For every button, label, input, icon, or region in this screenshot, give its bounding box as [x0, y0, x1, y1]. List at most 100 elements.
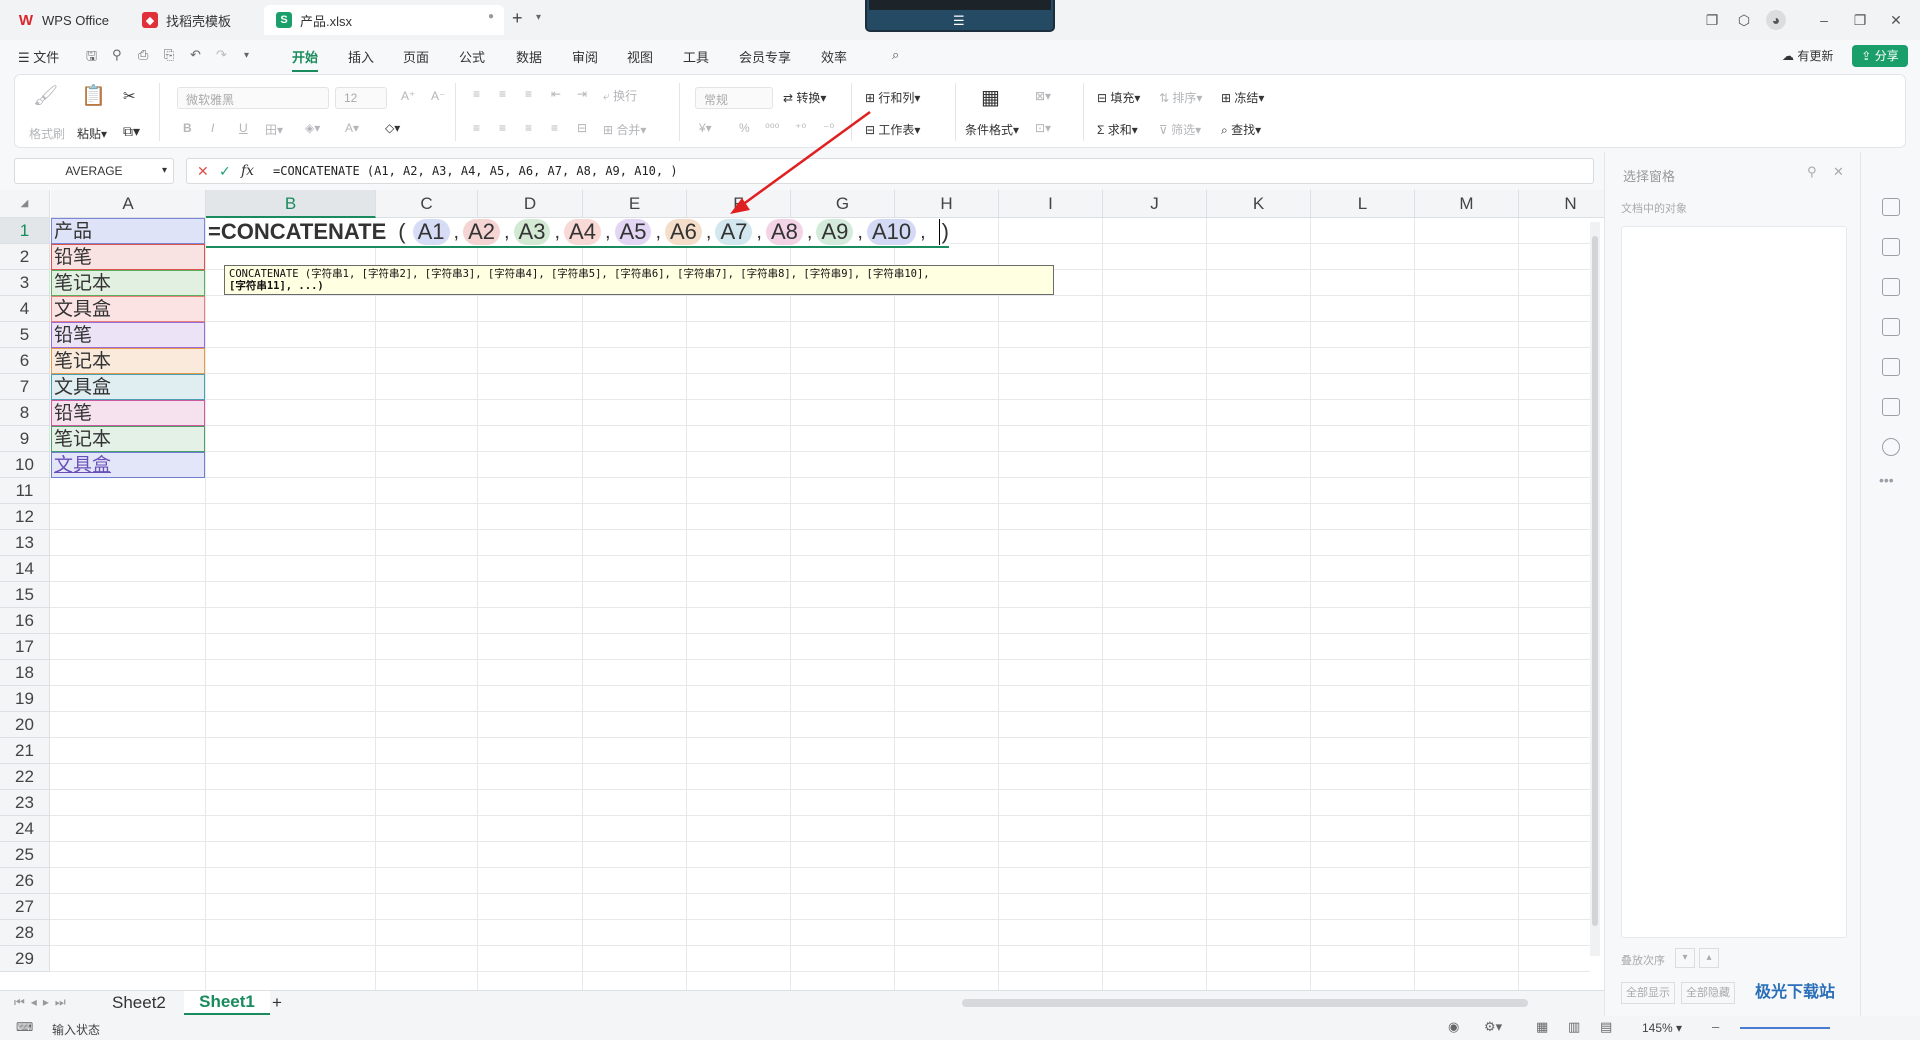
shrink-font-icon[interactable]: A⁻ — [431, 89, 445, 103]
row-header-11[interactable]: 11 — [0, 478, 50, 504]
indent-decrease-icon[interactable]: ⇤ — [551, 87, 561, 101]
pin-icon[interactable]: ⚲ — [1807, 164, 1817, 180]
vertical-scrollbar[interactable] — [1590, 222, 1600, 956]
more-icon[interactable]: ••• — [1879, 472, 1894, 488]
row-header-7[interactable]: 7 — [0, 374, 50, 400]
list-icon[interactable]: ☰ — [953, 13, 965, 29]
add-sheet-icon[interactable]: + — [272, 993, 282, 1013]
clear-icon[interactable]: ◇▾ — [385, 121, 400, 135]
row-header-4[interactable]: 4 — [0, 296, 50, 322]
justify-icon[interactable]: ≡ — [551, 121, 558, 135]
copy-icon[interactable]: ⧉▾ — [123, 123, 140, 140]
menu-item-view[interactable]: 视图 — [627, 47, 653, 66]
row-header-15[interactable]: 15 — [0, 582, 50, 608]
cut-icon[interactable]: ✂ — [123, 87, 136, 105]
filter-button[interactable]: ⊽ 筛选▾ — [1159, 121, 1201, 138]
format-painter-icon[interactable]: 🖌 — [33, 83, 58, 108]
move-down-icon[interactable]: ▾ — [1675, 948, 1695, 968]
find-button[interactable]: ⌕ 查找▾ — [1221, 121, 1261, 138]
cell-a7[interactable]: 文具盒 — [51, 374, 205, 400]
increase-decimal-icon[interactable]: ⁺⁰ — [795, 121, 806, 135]
table-style-icon[interactable]: ⊡▾ — [1035, 121, 1051, 135]
row-header-10[interactable]: 10 — [0, 452, 50, 478]
help-icon[interactable] — [1882, 438, 1900, 456]
formula-ref-a8[interactable]: A8 — [765, 219, 803, 245]
column-header-m[interactable]: M — [1415, 190, 1519, 218]
column-header-a[interactable]: A — [51, 190, 206, 218]
formula-ref-a4[interactable]: A4 — [564, 219, 601, 245]
align-center-icon[interactable]: ≡ — [499, 121, 506, 135]
print-icon[interactable]: ⎙ — [138, 47, 148, 63]
column-header-k[interactable]: K — [1207, 190, 1311, 218]
row-header-17[interactable]: 17 — [0, 634, 50, 660]
cell-a6[interactable]: 笔记本 — [51, 348, 205, 374]
percent-icon[interactable]: % — [739, 121, 750, 135]
shape-icon[interactable] — [1882, 278, 1900, 296]
formula-ref-a10[interactable]: A10 — [866, 219, 917, 245]
align-middle-icon[interactable]: ≡ — [499, 87, 506, 101]
cell-a4[interactable]: 文具盒 — [51, 296, 205, 322]
formula-ref-a5[interactable]: A5 — [614, 219, 652, 245]
tab-docer-templates[interactable]: ◆ 找稻壳模板 — [130, 5, 258, 35]
row-header-5[interactable]: 5 — [0, 322, 50, 348]
show-all-button[interactable]: 全部显示 — [1621, 982, 1675, 1004]
rows-cols-button[interactable]: ⊞ 行和列▾ — [865, 89, 920, 106]
new-tab-icon[interactable]: + — [512, 8, 523, 29]
cell-a9[interactable]: 笔记本 — [51, 426, 205, 452]
row-header-22[interactable]: 22 — [0, 764, 50, 790]
file-menu[interactable]: ☰ 文件 — [18, 47, 59, 66]
cell-a8[interactable]: 铅笔 — [51, 400, 205, 426]
print-preview-icon[interactable]: ⎘ — [164, 47, 174, 63]
column-header-l[interactable]: L — [1311, 190, 1415, 218]
row-header-16[interactable]: 16 — [0, 608, 50, 634]
align-top-icon[interactable]: ≡ — [473, 87, 480, 101]
page-view-icon[interactable]: ▥ — [1568, 1019, 1580, 1035]
select-all-corner[interactable]: ◢ — [0, 190, 50, 218]
row-header-9[interactable]: 9 — [0, 426, 50, 452]
indent-increase-icon[interactable]: ⇥ — [577, 87, 587, 101]
adjust-icon[interactable] — [1882, 238, 1900, 256]
unsaved-dot-icon[interactable]: ● — [488, 11, 494, 22]
eye-icon[interactable]: ◉ — [1448, 1019, 1459, 1035]
minimize-icon[interactable]: – — [1814, 10, 1834, 30]
close-icon[interactable]: ✕ — [1833, 164, 1844, 180]
row-header-26[interactable]: 26 — [0, 868, 50, 894]
sheet-tab-sheet1[interactable]: Sheet1 — [184, 991, 270, 1015]
number-format-select[interactable]: 常规 — [695, 87, 773, 109]
fill-button[interactable]: ⊟ 填充▾ — [1097, 89, 1140, 106]
macro-icon[interactable]: ⌨ — [16, 1020, 33, 1034]
column-header-n[interactable]: N — [1519, 190, 1604, 218]
scrollbar-thumb[interactable] — [1592, 236, 1598, 926]
conditional-format-button[interactable]: 条件格式▾ — [965, 121, 1019, 138]
formula-input[interactable]: ✕ ✓ fx =CONCATENATE (A1, A2, A3, A4, A5,… — [186, 158, 1594, 184]
column-header-h[interactable]: H — [895, 190, 999, 218]
merge-button[interactable]: ⊞ 合并▾ — [603, 121, 646, 138]
redo-icon[interactable]: ↷ — [216, 47, 227, 63]
underline-icon[interactable]: U — [239, 121, 248, 135]
row-header-12[interactable]: 12 — [0, 504, 50, 530]
column-header-j[interactable]: J — [1103, 190, 1207, 218]
column-header-b[interactable]: B — [206, 190, 376, 218]
backup-icon[interactable] — [1882, 398, 1900, 416]
freeze-button[interactable]: ⊞ 冻结▾ — [1221, 89, 1264, 106]
menu-item-data[interactable]: 数据 — [516, 47, 542, 66]
menu-item-review[interactable]: 审阅 — [572, 47, 598, 66]
objects-list[interactable] — [1621, 226, 1847, 938]
row-header-23[interactable]: 23 — [0, 790, 50, 816]
name-box[interactable]: AVERAGE ▾ — [14, 158, 174, 184]
row-header-14[interactable]: 14 — [0, 556, 50, 582]
sum-button[interactable]: Σ 求和▾ — [1097, 121, 1138, 138]
row-header-6[interactable]: 6 — [0, 348, 50, 374]
save-icon[interactable]: 🖫 — [86, 47, 97, 69]
grow-font-icon[interactable]: A⁺ — [401, 89, 415, 103]
wps-cloud-icon[interactable]: ⚲ — [112, 47, 122, 63]
spreadsheet-grid[interactable]: A B C D E F G H I J K L M N ◢ 1 2 3 4 5 6 7 8 9 10 11 12 13 14 15 16 17… — [0, 190, 1604, 990]
settings-icon[interactable]: ⚙▾ — [1484, 1019, 1502, 1035]
paste-icon[interactable]: 📋 — [81, 83, 106, 108]
move-up-icon[interactable]: ▴ — [1699, 948, 1719, 968]
worksheet-button[interactable]: ⊟ 工作表▾ — [865, 121, 920, 138]
row-header-3[interactable]: 3 — [0, 270, 50, 296]
menu-item-tools[interactable]: 工具 — [683, 47, 709, 66]
formula-ref-a7[interactable]: A7 — [715, 219, 753, 245]
align-left-icon[interactable]: ≡ — [473, 121, 480, 135]
